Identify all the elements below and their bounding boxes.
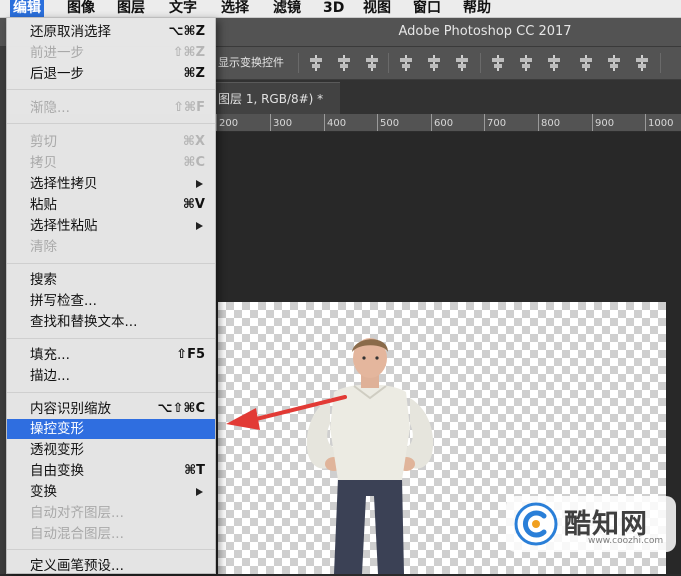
submenu-arrow-icon (196, 488, 203, 496)
ruler-tick: 1000 (648, 118, 674, 129)
menu-item-auto-align-layers: 自动对齐图层... (30, 505, 124, 521)
menu-item-perspective-warp[interactable]: 透视变形 (7, 440, 215, 460)
menubar-item-layer[interactable]: 图层 (114, 0, 148, 17)
align-horizontal-center-icon[interactable] (426, 55, 442, 71)
menu-separator (7, 392, 215, 393)
menubar-item-image[interactable]: 图像 (64, 0, 98, 17)
menubar-item-select[interactable]: 选择 (218, 0, 252, 17)
menu-separator (7, 89, 215, 90)
horizontal-ruler: 200 300 400 500 600 700 800 900 1000 (212, 114, 681, 132)
show-transform-controls-label[interactable]: 显示变换控件 (218, 47, 284, 79)
align-right-icon[interactable] (454, 55, 470, 71)
menu-item-search[interactable]: 搜索 (7, 270, 215, 290)
ruler-tick: 500 (380, 118, 400, 129)
menubar-item-filter[interactable]: 滤镜 (270, 0, 304, 17)
coozhi-logo-icon (514, 502, 558, 546)
menubar-item-view[interactable]: 视图 (360, 0, 394, 17)
menu-item-define-brush-preset[interactable]: 定义画笔预设... (7, 556, 215, 576)
document-tab[interactable]: 图层 1, RGB/8#) * (212, 82, 340, 114)
ruler-tick: 600 (434, 118, 454, 129)
menubar-item-edit[interactable]: 编辑 (10, 0, 44, 17)
ruler-tick: 800 (541, 118, 561, 129)
menu-item-undo-deselect[interactable]: 还原取消选择 ⌥⌘Z (7, 22, 215, 42)
menu-item-puppet-warp[interactable]: 操控变形 (7, 419, 215, 439)
menu-separator (7, 549, 215, 550)
edit-menu: 还原取消选择 ⌥⌘Z 前进一步 ⇧⌘Z 后退一步 ⌘Z 渐隐... ⇧⌘F 剪切… (6, 17, 216, 574)
ruler-tick: 300 (273, 118, 293, 129)
menu-item-step-forward: 前进一步 ⇧⌘Z (30, 45, 205, 61)
menu-item-free-transform[interactable]: 自由变换 ⌘T (7, 461, 215, 481)
ruler-tick: 700 (487, 118, 507, 129)
ruler-tick: 200 (219, 118, 239, 129)
menu-item-find-replace[interactable]: 查找和替换文本... (7, 312, 215, 332)
distribute-left-icon[interactable] (578, 55, 594, 71)
align-bottom-icon[interactable] (364, 55, 380, 71)
menu-item-paste-special[interactable]: 选择性粘贴 (7, 216, 215, 236)
menu-item-clear: 清除 (30, 239, 57, 255)
ruler-tick: 900 (595, 118, 615, 129)
options-separator (660, 53, 661, 73)
menu-item-step-backward[interactable]: 后退一步 ⌘Z (7, 64, 215, 84)
ruler-tick: 400 (327, 118, 347, 129)
submenu-arrow-icon (196, 222, 203, 230)
app-title: Adobe Photoshop CC 2017 (398, 24, 572, 39)
menu-separator (7, 123, 215, 124)
menubar-item-type[interactable]: 文字 (166, 0, 200, 17)
align-left-icon[interactable] (398, 55, 414, 71)
menu-item-copy-special[interactable]: 选择性拷贝 (7, 174, 215, 194)
menu-item-content-aware-scale[interactable]: 内容识别缩放 ⌥⇧⌘C (7, 399, 215, 419)
distribute-bottom-icon[interactable] (546, 55, 562, 71)
watermark-url: www.coozhi.com (588, 536, 664, 546)
options-separator (298, 53, 299, 73)
menu-item-transform[interactable]: 变换 (7, 482, 215, 502)
menu-separator (7, 338, 215, 339)
distribute-right-icon[interactable] (634, 55, 650, 71)
options-separator (480, 53, 481, 73)
submenu-arrow-icon (196, 180, 203, 188)
distribute-center-icon[interactable] (518, 55, 534, 71)
menu-item-spell-check[interactable]: 拼写检查... (7, 291, 215, 311)
person-figure[interactable] (300, 336, 440, 574)
menu-item-fill[interactable]: 填充... ⇧F5 (7, 345, 215, 365)
menu-item-cut: 剪切 ⌘X (30, 134, 205, 150)
system-menubar: 编辑 图像 图层 文字 选择 滤镜 3D 视图 窗口 帮助 (0, 0, 681, 18)
watermark: 酷知网 www.coozhi.com (506, 496, 676, 552)
menubar-item-window[interactable]: 窗口 (410, 0, 444, 17)
align-top-icon[interactable] (308, 55, 324, 71)
distribute-top-icon[interactable] (490, 55, 506, 71)
options-separator (388, 53, 389, 73)
menubar-item-3d[interactable]: 3D (320, 0, 347, 17)
menu-item-paste[interactable]: 粘贴 ⌘V (7, 195, 215, 215)
menu-item-stroke[interactable]: 描边... (7, 366, 215, 386)
align-vertical-center-icon[interactable] (336, 55, 352, 71)
menubar-item-help[interactable]: 帮助 (460, 0, 494, 17)
menu-item-fade: 渐隐... ⇧⌘F (30, 100, 205, 116)
distribute-horizontal-icon[interactable] (606, 55, 622, 71)
menu-item-copy: 拷贝 ⌘C (30, 155, 205, 171)
menu-separator (7, 263, 215, 264)
menu-item-auto-blend-layers: 自动混合图层... (30, 526, 124, 542)
